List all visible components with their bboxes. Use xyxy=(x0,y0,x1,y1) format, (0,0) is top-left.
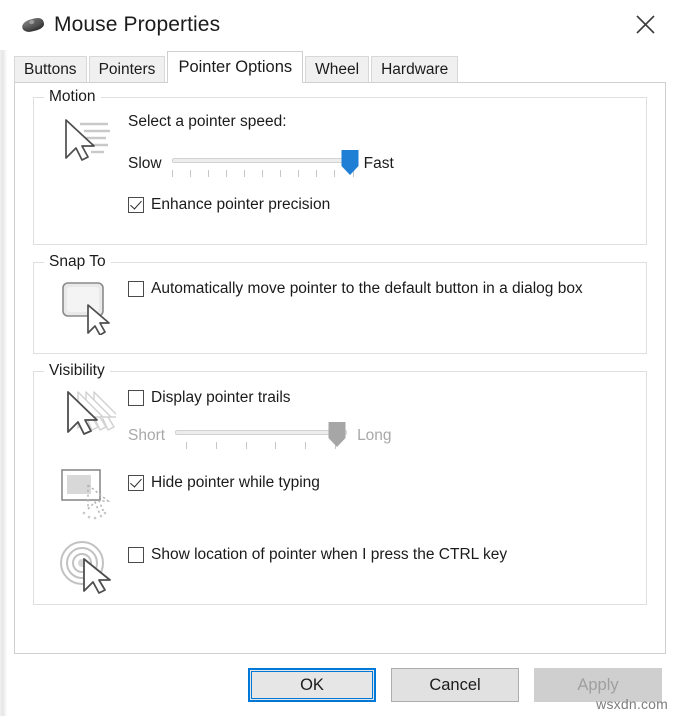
title-bar: Mouse Properties xyxy=(0,0,680,50)
tab-hardware-label: Hardware xyxy=(381,60,449,78)
show-location-row[interactable]: Show location of pointer when I press th… xyxy=(128,545,634,566)
window-left-edge xyxy=(0,0,8,716)
display-trails-row[interactable]: Display pointer trails xyxy=(128,388,634,409)
trails-max-label: Long xyxy=(357,426,392,444)
trails-slider-thumb[interactable] xyxy=(328,421,347,448)
tab-pointer-options[interactable]: Pointer Options xyxy=(167,51,304,83)
pointer-speed-icon xyxy=(46,112,128,166)
trails-slider[interactable] xyxy=(175,421,348,451)
tab-buttons-label: Buttons xyxy=(24,60,77,78)
snap-to-row[interactable]: Automatically move pointer to the defaul… xyxy=(128,279,634,300)
show-location-label: Show location of pointer when I press th… xyxy=(151,545,508,563)
mouse-properties-window: Mouse Properties Buttons Pointers Pointe… xyxy=(0,0,680,716)
pointer-options-pane: Motion Select a pointer speed: Slow Fast… xyxy=(14,82,666,654)
motion-group-title: Motion xyxy=(44,88,101,106)
pointer-trails-icon xyxy=(46,386,128,444)
apply-button: Apply xyxy=(534,668,662,702)
mouse-icon xyxy=(20,14,46,36)
tab-buttons[interactable]: Buttons xyxy=(14,56,87,82)
enhance-precision-checkbox[interactable] xyxy=(128,196,144,213)
tab-wheel-label: Wheel xyxy=(315,60,360,78)
trails-slider-row: Short Long xyxy=(128,421,634,451)
tab-pointer-options-label: Pointer Options xyxy=(178,58,293,76)
trails-min-label: Short xyxy=(128,426,166,444)
ctrl-locate-pointer-icon xyxy=(46,537,128,595)
enhance-precision-label: Enhance pointer precision xyxy=(151,195,331,213)
snap-to-checkbox[interactable] xyxy=(128,281,144,297)
tab-wheel[interactable]: Wheel xyxy=(305,56,370,82)
hide-typing-checkbox[interactable] xyxy=(128,474,144,491)
pointer-speed-max-label: Fast xyxy=(363,154,394,172)
ok-button[interactable]: OK xyxy=(248,668,376,702)
cancel-button-label: Cancel xyxy=(429,675,481,694)
hide-typing-row[interactable]: Hide pointer while typing xyxy=(128,473,634,494)
show-location-checkbox[interactable] xyxy=(128,546,144,563)
motion-group: Motion Select a pointer speed: Slow Fast… xyxy=(33,88,647,245)
dialog-footer: OK Cancel Apply xyxy=(0,654,680,716)
pointer-speed-slider-thumb[interactable] xyxy=(340,149,359,176)
visibility-group: Visibility Display pointer trails Short … xyxy=(33,362,647,605)
enhance-precision-row[interactable]: Enhance pointer precision xyxy=(128,195,634,216)
pointer-speed-min-label: Slow xyxy=(128,154,162,172)
tab-pointers[interactable]: Pointers xyxy=(88,56,166,82)
pointer-speed-slider[interactable] xyxy=(171,149,359,179)
display-trails-checkbox[interactable] xyxy=(128,390,144,406)
cancel-button[interactable]: Cancel xyxy=(391,668,519,702)
hide-pointer-typing-icon xyxy=(46,465,128,523)
window-title: Mouse Properties xyxy=(54,13,221,36)
ok-button-label: OK xyxy=(300,675,324,694)
pointer-speed-slider-row: Slow Fast xyxy=(128,149,634,179)
tab-hardware[interactable]: Hardware xyxy=(371,56,459,82)
visibility-group-title: Visibility xyxy=(44,362,110,380)
default-button-snap-icon xyxy=(46,277,128,335)
close-icon[interactable] xyxy=(628,8,662,40)
snap-to-group-title: Snap To xyxy=(44,253,111,271)
display-trails-label: Display pointer trails xyxy=(151,389,291,406)
pointer-speed-heading: Select a pointer speed: xyxy=(128,113,287,130)
tab-pointers-label: Pointers xyxy=(98,60,156,78)
snap-to-label: Automatically move pointer to the defaul… xyxy=(151,280,583,297)
tab-strip: Buttons Pointers Pointer Options Wheel H… xyxy=(14,50,680,83)
apply-button-label: Apply xyxy=(577,675,619,694)
hide-typing-label: Hide pointer while typing xyxy=(151,473,320,491)
snap-to-group: Snap To Automatically move pointer to th… xyxy=(33,253,647,354)
